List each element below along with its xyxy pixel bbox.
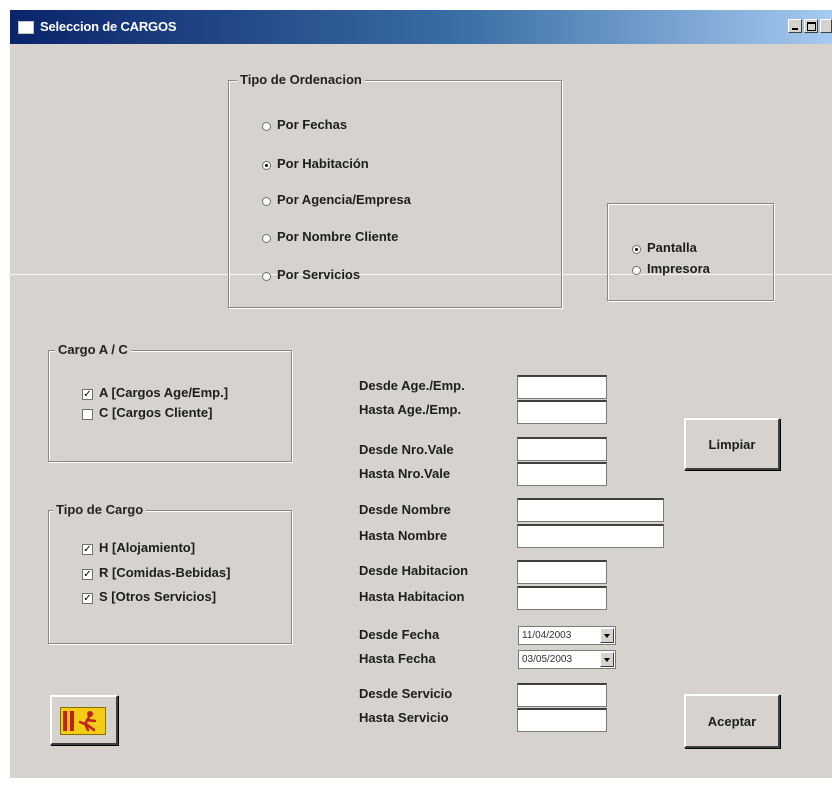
hasta-servicio-label: Hasta Servicio xyxy=(359,710,449,725)
radio-por-servicios-label[interactable]: Por Servicios xyxy=(277,267,360,282)
cargos-selection-window: Seleccion de CARGOS Tipo de Ordenacion P… xyxy=(10,10,832,778)
title-bar[interactable]: Seleccion de CARGOS xyxy=(10,10,832,44)
cargo-ac-legend: Cargo A / C xyxy=(55,342,131,357)
hasta-servicio-input[interactable] xyxy=(517,708,607,732)
desde-servicio-input[interactable] xyxy=(517,683,607,707)
exit-door-icon xyxy=(60,707,106,735)
hasta-age-label: Hasta Age./Emp. xyxy=(359,402,462,417)
desde-nombre-label: Desde Nombre xyxy=(359,502,451,517)
desde-fecha-picker[interactable]: 11/04/2003 xyxy=(518,626,616,645)
checkbox-tipo-s[interactable]: ✓ xyxy=(82,593,93,604)
ordering-legend: Tipo de Ordenacion xyxy=(237,72,365,87)
radio-por-fechas[interactable] xyxy=(262,122,271,131)
radio-pantalla[interactable] xyxy=(632,245,641,254)
hasta-hab-label: Hasta Habitacion xyxy=(359,589,465,604)
ordering-group: Tipo de Ordenacion Por Fechas Por Habita… xyxy=(228,72,562,308)
checkbox-cargo-a-label[interactable]: A [Cargos Age/Emp.] xyxy=(99,385,228,400)
radio-por-nombre[interactable] xyxy=(262,234,271,243)
hasta-vale-label: Hasta Nro.Vale xyxy=(359,466,451,481)
tipo-cargo-group: Tipo de Cargo ✓ H [Alojamiento] ✓ R [Com… xyxy=(48,502,292,644)
cargo-ac-group: Cargo A / C ✓ A [Cargos Age/Emp.] C [Car… xyxy=(48,342,292,462)
radio-impresora-label[interactable]: Impresora xyxy=(647,261,710,276)
desde-fecha-label: Desde Fecha xyxy=(359,627,440,642)
desde-servicio-label: Desde Servicio xyxy=(359,686,453,701)
minimize-button[interactable] xyxy=(788,19,802,33)
output-group: Pantalla Impresora xyxy=(607,203,774,301)
desde-fecha-value: 11/04/2003 xyxy=(522,630,572,641)
limpiar-button[interactable]: Limpiar xyxy=(684,418,780,470)
desde-hab-input[interactable] xyxy=(517,560,607,584)
close-button[interactable] xyxy=(820,19,832,33)
radio-por-nombre-label[interactable]: Por Nombre Cliente xyxy=(277,229,398,244)
hasta-fecha-picker[interactable]: 03/05/2003 xyxy=(518,650,616,669)
checkbox-tipo-h[interactable]: ✓ xyxy=(82,544,93,555)
desde-hab-label: Desde Habitacion xyxy=(359,563,469,578)
radio-por-habitacion[interactable] xyxy=(262,161,271,170)
exit-button[interactable] xyxy=(50,695,118,745)
checkbox-tipo-h-label[interactable]: H [Alojamiento] xyxy=(99,540,195,555)
checkbox-cargo-a[interactable]: ✓ xyxy=(82,389,93,400)
maximize-button[interactable] xyxy=(804,19,818,33)
checkbox-tipo-s-label[interactable]: S [Otros Servicios] xyxy=(99,589,216,604)
desde-nombre-input[interactable] xyxy=(517,498,664,522)
hasta-fecha-value: 03/05/2003 xyxy=(522,654,573,665)
checkbox-tipo-r[interactable]: ✓ xyxy=(82,569,93,580)
radio-por-habitacion-label[interactable]: Por Habitación xyxy=(277,156,369,171)
checkbox-tipo-r-label[interactable]: R [Comidas-Bebidas] xyxy=(99,565,230,580)
desde-age-label: Desde Age./Emp. xyxy=(359,378,465,393)
hasta-nombre-input[interactable] xyxy=(517,524,664,548)
tipo-cargo-legend: Tipo de Cargo xyxy=(53,502,147,517)
radio-por-agencia[interactable] xyxy=(262,197,271,206)
hasta-hab-input[interactable] xyxy=(517,586,607,610)
radio-impresora[interactable] xyxy=(632,266,641,275)
hasta-nombre-label: Hasta Nombre xyxy=(359,528,448,543)
window-icon xyxy=(18,21,34,34)
window-title: Seleccion de CARGOS xyxy=(40,19,177,34)
radio-por-fechas-label[interactable]: Por Fechas xyxy=(277,117,347,132)
hasta-fecha-dropdown-icon[interactable] xyxy=(600,652,614,667)
hasta-age-input[interactable] xyxy=(517,400,607,424)
hasta-fecha-label: Hasta Fecha xyxy=(359,651,436,666)
hasta-vale-input[interactable] xyxy=(517,462,607,486)
radio-pantalla-label[interactable]: Pantalla xyxy=(647,240,697,255)
desde-fecha-dropdown-icon[interactable] xyxy=(600,628,614,643)
checkbox-cargo-c-label[interactable]: C [Cargos Cliente] xyxy=(99,405,212,420)
radio-por-servicios[interactable] xyxy=(262,272,271,281)
desde-vale-input[interactable] xyxy=(517,437,607,461)
desde-age-input[interactable] xyxy=(517,375,607,399)
radio-por-agencia-label[interactable]: Por Agencia/Empresa xyxy=(277,192,411,207)
checkbox-cargo-c[interactable] xyxy=(82,409,93,420)
aceptar-button[interactable]: Aceptar xyxy=(684,694,780,748)
desde-vale-label: Desde Nro.Vale xyxy=(359,442,454,457)
